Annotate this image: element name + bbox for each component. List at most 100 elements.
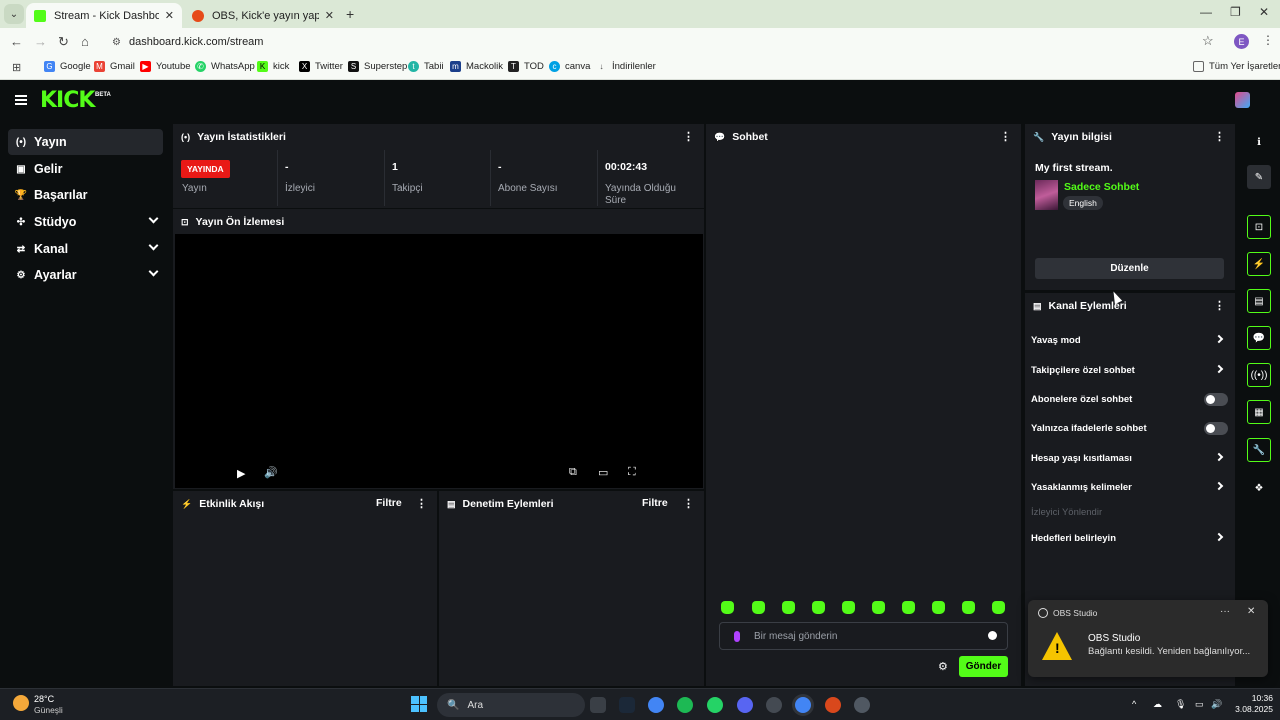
chat-menu-icon[interactable]: ⋮ [1000, 130, 1011, 143]
chevron-up-icon[interactable]: ^ [1132, 699, 1136, 709]
wrench-icon[interactable]: 🔧 [1247, 438, 1271, 462]
volume-icon[interactable]: 🔊 [264, 466, 278, 479]
minimize-icon[interactable]: — [1200, 5, 1212, 19]
broadcast-icon[interactable]: ((•)) [1247, 363, 1271, 387]
bookmark-mackolik[interactable]: m Mackolik [450, 61, 503, 72]
emote-icon[interactable] [721, 601, 734, 614]
whatsapp-icon[interactable] [707, 697, 723, 713]
pencil-icon[interactable]: ✎ [1247, 165, 1271, 189]
discord-icon[interactable] [737, 697, 753, 713]
bookmark-superstep[interactable]: S Superstep [348, 61, 407, 72]
moderation-menu-icon[interactable]: ⋮ [683, 497, 694, 510]
back-icon[interactable]: ← [10, 34, 23, 49]
close-icon[interactable]: ✕ [1247, 606, 1255, 617]
channel-actions-menu-icon[interactable]: ⋮ [1214, 299, 1225, 312]
stats-menu-icon[interactable]: ⋮ [683, 130, 694, 143]
kick-logo[interactable]: KICK [40, 88, 95, 113]
chrome-icon[interactable] [648, 697, 664, 713]
bookmark-twitter[interactable]: X Twitter [299, 61, 343, 72]
hamburger-menu-icon[interactable] [15, 95, 27, 105]
preview-toggle-icon[interactable]: ⊡ [1247, 215, 1271, 239]
user-avatar[interactable] [1235, 92, 1250, 108]
info-icon[interactable]: ℹ [1247, 130, 1271, 154]
spotify-icon[interactable] [677, 697, 693, 713]
network-icon[interactable]: ☁ [1153, 699, 1162, 710]
action-banned-words[interactable]: Yasaklanmış kelimeler [1031, 477, 1228, 497]
widgets-icon[interactable]: ❖ [1247, 476, 1271, 500]
restore-icon[interactable]: ❐ [1230, 5, 1241, 19]
obs-icon[interactable] [854, 697, 870, 713]
more-options-icon[interactable]: ··· [1220, 606, 1230, 617]
home-icon[interactable]: ⌂ [81, 34, 89, 49]
chat-settings-icon[interactable]: ⚙ [938, 660, 948, 673]
app-icon[interactable] [825, 697, 841, 713]
bookmark-kick[interactable]: Kkick [257, 61, 289, 72]
sidebar-item-kanal[interactable]: ⇄ Kanal [8, 236, 163, 262]
obs-notification[interactable]: OBS Studio ··· ✕ ! OBS Studio Bağlantı k… [1028, 600, 1268, 677]
emote-icon[interactable] [932, 601, 945, 614]
close-window-icon[interactable]: ✕ [1259, 5, 1269, 19]
app-icon[interactable] [766, 697, 782, 713]
emote-icon[interactable] [992, 601, 1005, 614]
site-info-icon[interactable]: ⚙ [112, 37, 121, 48]
task-view-icon[interactable] [590, 697, 606, 713]
action-followers-only[interactable]: Takipçilere özel sohbet [1031, 360, 1228, 380]
sidebar-item-ayarlar[interactable]: ⚙ Ayarlar [8, 262, 163, 288]
bookmark-gmail[interactable]: M Gmail [94, 61, 135, 72]
channel-actions-icon[interactable]: ▦ [1247, 400, 1271, 424]
bookmark-whatsapp[interactable]: ✆ WhatsApp [195, 61, 255, 72]
moderation-filter-button[interactable]: Filtre [642, 497, 668, 509]
emote-icon[interactable] [752, 601, 765, 614]
apps-grid-icon[interactable]: ⊞ [12, 61, 21, 74]
activity-menu-icon[interactable]: ⋮ [416, 497, 427, 510]
sidebar-item-studyo[interactable]: ✣ Stüdyo [8, 209, 163, 235]
sidebar-item-gelir[interactable]: ▣ Gelir [8, 156, 163, 182]
microphone-icon[interactable]: 🎙 [1175, 699, 1186, 710]
microphone-icon[interactable] [734, 630, 740, 642]
new-tab-icon[interactable]: + [346, 6, 354, 22]
action-set-goals[interactable]: Hedefleri belirleyin [1031, 528, 1228, 548]
sidebar-item-yayin[interactable]: (•) Yayın [8, 129, 163, 155]
chrome-icon[interactable] [795, 697, 811, 713]
steam-icon[interactable] [619, 697, 635, 713]
all-bookmarks[interactable]: Tüm Yer İşaretleri [1193, 61, 1280, 72]
chat-bubble-icon[interactable]: 💬 [1247, 326, 1271, 350]
emote-icon[interactable] [842, 601, 855, 614]
emote-icon[interactable] [782, 601, 795, 614]
bookmark-google[interactable]: G Google [44, 61, 91, 72]
bookmark-downloads[interactable]: ↓ İndirilenler [596, 61, 656, 72]
bookmark-canva[interactable]: c canva [549, 61, 590, 72]
start-button[interactable] [411, 696, 427, 712]
theater-mode-icon[interactable]: ▭ [598, 466, 608, 479]
display-icon[interactable]: ▭ [1195, 699, 1204, 710]
bookmark-star-icon[interactable]: ☆ [1202, 33, 1214, 49]
subscribers-only-toggle[interactable] [1204, 393, 1228, 406]
emote-icon[interactable] [902, 601, 915, 614]
send-message-button[interactable]: Gönder [959, 656, 1008, 677]
edit-stream-button[interactable]: Düzenle [1035, 258, 1224, 279]
stream-preview-video[interactable]: ▶ 🔊 ⧉ ▭ ⛶ [175, 234, 703, 488]
bookmark-youtube[interactable]: ▶ Youtube [140, 61, 191, 72]
chat-message-input[interactable]: Bir mesaj gönderin [719, 622, 1008, 650]
emote-only-toggle[interactable] [1204, 422, 1228, 435]
stream-category[interactable]: Sadece Sohbet [1064, 181, 1139, 193]
emoji-picker-icon[interactable] [988, 631, 997, 640]
clock[interactable]: 10:36 3.08.2025 [1233, 693, 1273, 715]
forward-icon[interactable]: → [34, 34, 47, 49]
bookmark-tod[interactable]: T TOD [508, 61, 544, 72]
fullscreen-icon[interactable]: ⛶ [628, 466, 636, 479]
speaker-icon[interactable]: 🔊 [1211, 699, 1222, 710]
browser-menu-icon[interactable]: ⋮ [1262, 33, 1274, 47]
play-icon[interactable]: ▶ [237, 467, 245, 480]
picture-in-picture-icon[interactable]: ⧉ [569, 466, 577, 479]
emote-icon[interactable] [962, 601, 975, 614]
emote-icon[interactable] [872, 601, 885, 614]
tab-close-icon[interactable]: ✕ [165, 9, 174, 22]
profile-avatar[interactable]: E [1234, 34, 1249, 49]
browser-tab-kick[interactable]: Stream - Kick Dashboard ✕ [26, 3, 182, 28]
document-icon[interactable]: ▤ [1247, 289, 1271, 313]
action-slow-mode[interactable]: Yavaş mod [1031, 330, 1228, 350]
bookmark-tabii[interactable]: t Tabii [408, 61, 444, 72]
sun-icon[interactable] [13, 695, 29, 711]
activity-filter-button[interactable]: Filtre [376, 497, 402, 509]
